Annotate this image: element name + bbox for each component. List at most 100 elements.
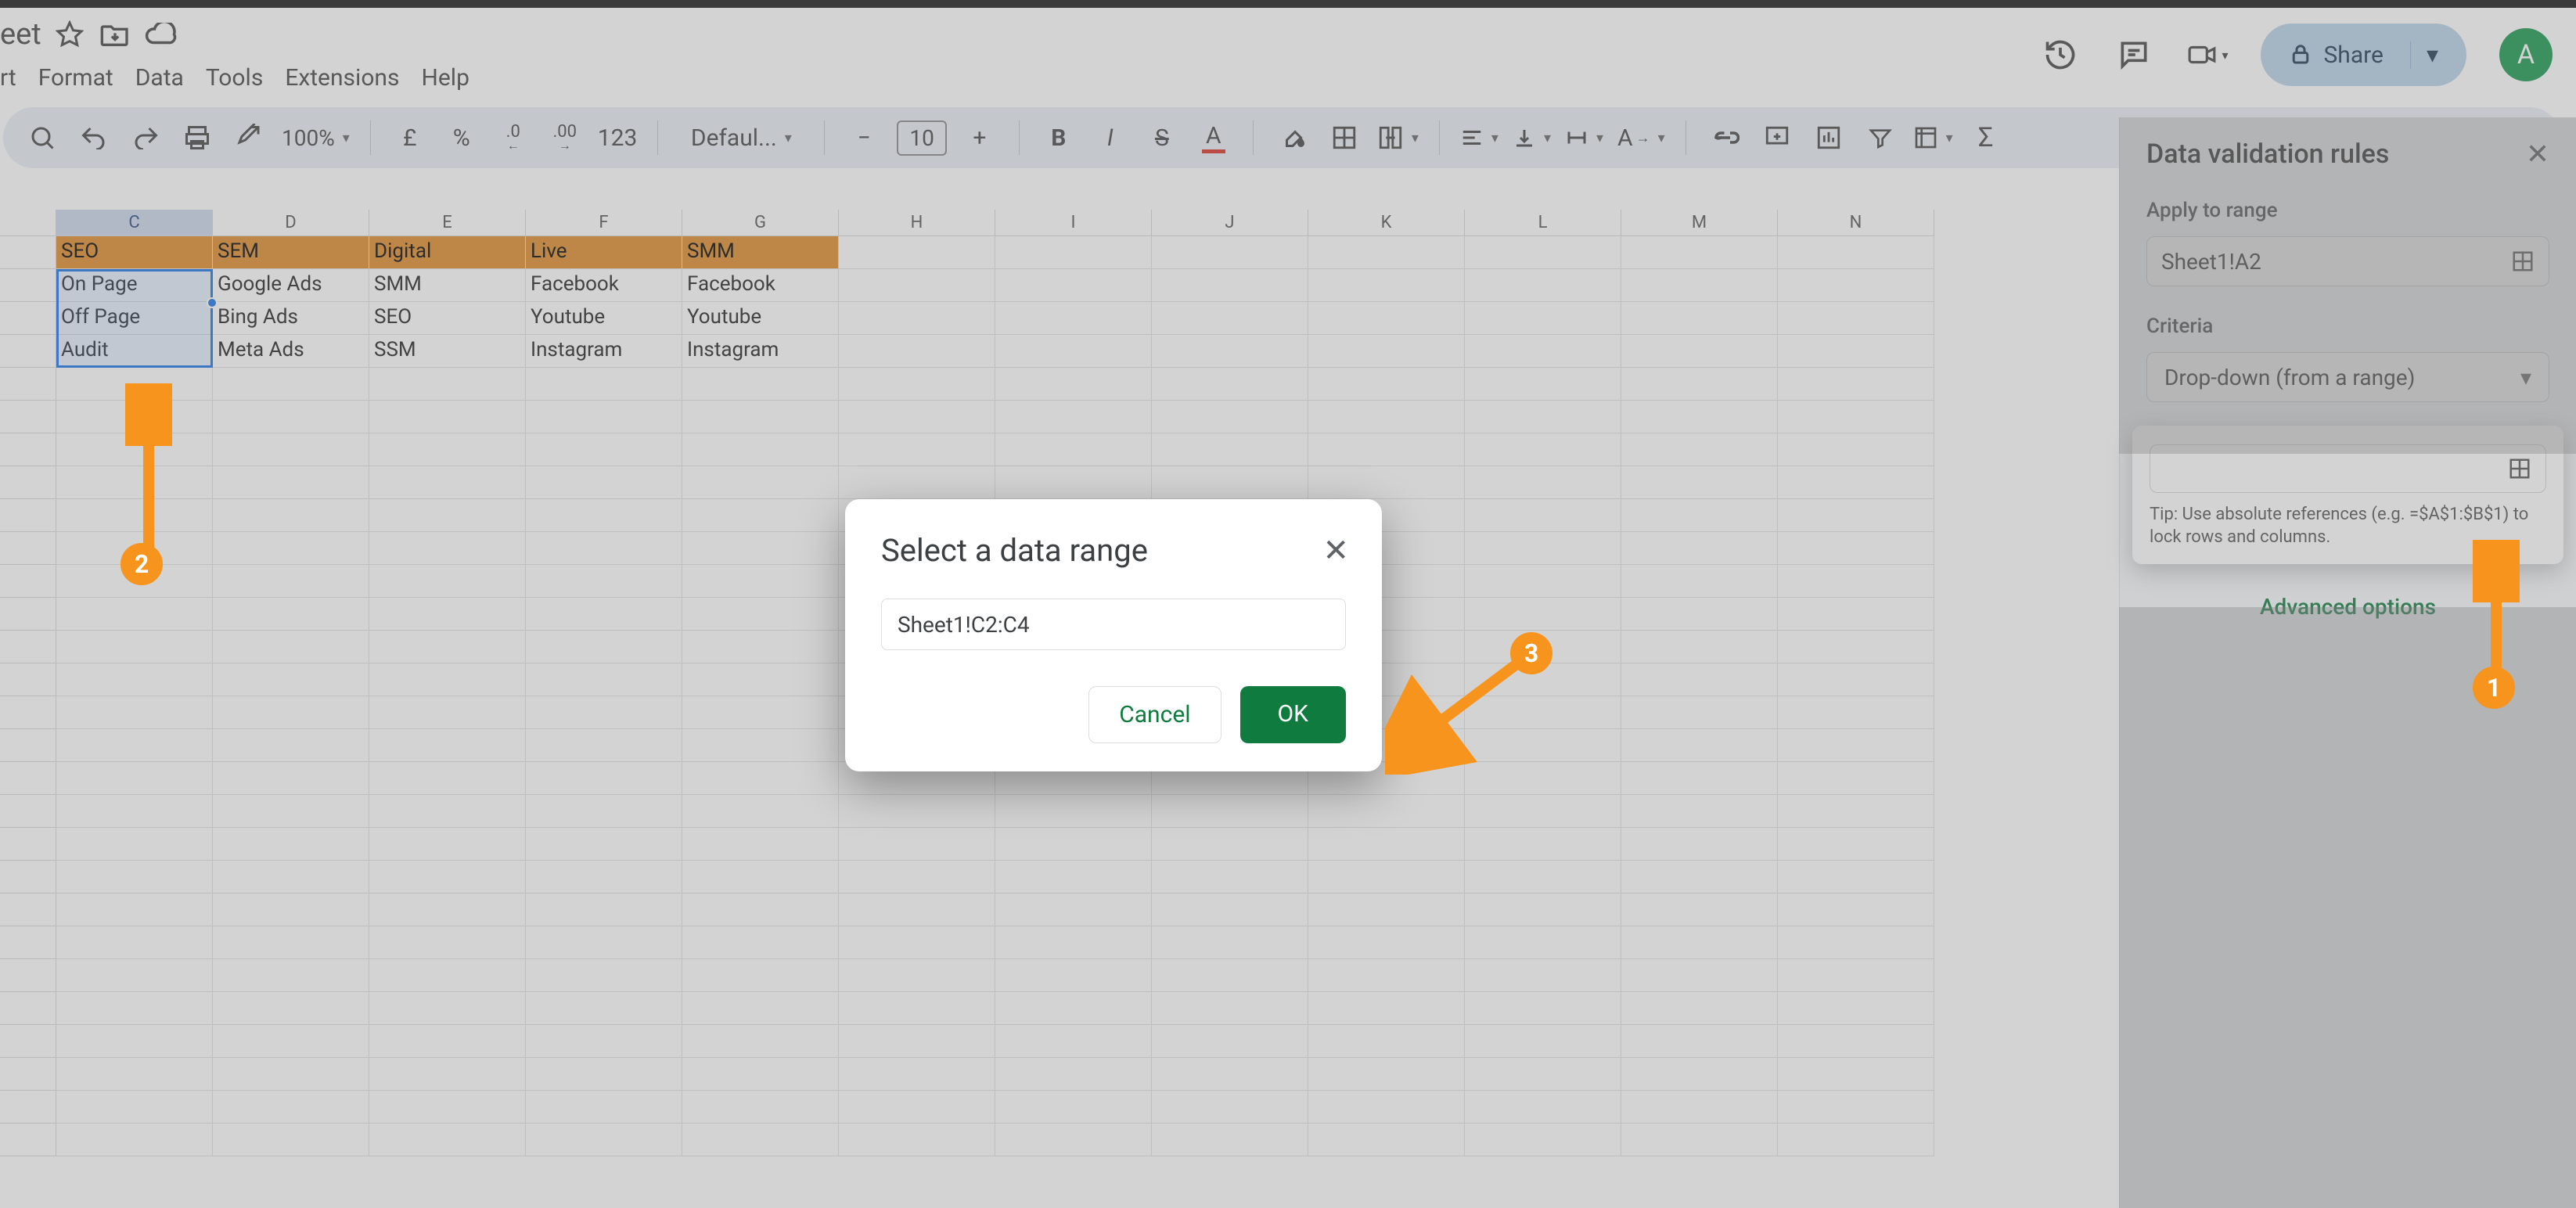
col-header[interactable]: M bbox=[1621, 210, 1778, 236]
cell[interactable]: Live bbox=[526, 236, 682, 269]
cell[interactable]: Youtube bbox=[526, 302, 682, 335]
col-header[interactable]: J bbox=[1152, 210, 1308, 236]
avatar[interactable]: A bbox=[2499, 28, 2553, 81]
cell[interactable] bbox=[1778, 335, 1934, 368]
star-icon[interactable] bbox=[52, 17, 87, 52]
cell[interactable]: On Page bbox=[56, 269, 213, 302]
cell[interactable] bbox=[1778, 302, 1934, 335]
menu-tools[interactable]: Tools bbox=[206, 64, 263, 92]
col-header[interactable]: E bbox=[369, 210, 526, 236]
col-header[interactable]: G bbox=[682, 210, 839, 236]
menu-insert[interactable]: rt bbox=[0, 64, 16, 92]
criteria-dropdown[interactable]: Drop-down (from a range) bbox=[2146, 352, 2549, 402]
more-formats-button[interactable]: 123 bbox=[598, 119, 638, 156]
col-header[interactable]: L bbox=[1465, 210, 1621, 236]
cell[interactable] bbox=[1778, 269, 1934, 302]
cell[interactable]: Youtube bbox=[682, 302, 839, 335]
source-range-field[interactable] bbox=[2150, 444, 2546, 493]
zoom-dropdown[interactable]: 100% bbox=[282, 119, 350, 156]
insert-chart-icon[interactable] bbox=[1810, 119, 1847, 156]
ok-button[interactable]: OK bbox=[1240, 686, 1346, 743]
cell[interactable]: SMM bbox=[682, 236, 839, 269]
filter-views-icon[interactable] bbox=[1913, 119, 1953, 156]
menu-extensions[interactable]: Extensions bbox=[285, 64, 399, 92]
col-header[interactable]: I bbox=[995, 210, 1152, 236]
filter-icon[interactable] bbox=[1862, 119, 1899, 156]
cell[interactable]: Instagram bbox=[682, 335, 839, 368]
cell[interactable] bbox=[1152, 236, 1308, 269]
cell[interactable] bbox=[1778, 236, 1934, 269]
cell[interactable]: SEM bbox=[213, 236, 369, 269]
functions-icon[interactable]: Σ bbox=[1967, 119, 2005, 156]
advanced-options-link[interactable]: Advanced options bbox=[2146, 594, 2549, 620]
cell[interactable]: SEO bbox=[56, 236, 213, 269]
col-header[interactable]: D bbox=[213, 210, 369, 236]
cell[interactable]: SMM bbox=[369, 269, 526, 302]
cell[interactable] bbox=[1308, 335, 1465, 368]
comments-icon[interactable] bbox=[2114, 34, 2154, 75]
cell[interactable] bbox=[995, 335, 1152, 368]
cell[interactable] bbox=[1308, 236, 1465, 269]
cell[interactable]: Digital bbox=[369, 236, 526, 269]
percent-button[interactable]: % bbox=[443, 119, 480, 156]
col-header[interactable]: N bbox=[1778, 210, 1934, 236]
italic-button[interactable]: I bbox=[1092, 119, 1129, 156]
print-icon[interactable] bbox=[178, 119, 216, 156]
decrease-font-icon[interactable]: − bbox=[845, 119, 883, 156]
cell[interactable] bbox=[995, 269, 1152, 302]
col-header[interactable]: K bbox=[1308, 210, 1465, 236]
cell[interactable] bbox=[1308, 302, 1465, 335]
move-folder-icon[interactable] bbox=[98, 17, 132, 52]
cell[interactable]: SSM bbox=[369, 335, 526, 368]
font-size-input[interactable]: 10 bbox=[897, 120, 946, 156]
cell[interactable]: Meta Ads bbox=[213, 335, 369, 368]
cell[interactable] bbox=[839, 269, 995, 302]
close-icon[interactable]: ✕ bbox=[2526, 138, 2549, 171]
font-family-dropdown[interactable]: Defaul... bbox=[678, 119, 804, 156]
menu-format[interactable]: Format bbox=[38, 64, 113, 92]
cell[interactable] bbox=[1621, 335, 1778, 368]
cell[interactable] bbox=[1152, 302, 1308, 335]
strikethrough-button[interactable]: S bbox=[1143, 119, 1181, 156]
meet-icon[interactable]: ▾ bbox=[2187, 34, 2228, 75]
range-picker-icon[interactable] bbox=[2508, 457, 2531, 480]
close-icon[interactable]: ✕ bbox=[1322, 532, 1349, 569]
increase-decimal-button[interactable]: .00→ bbox=[546, 119, 584, 156]
insert-comment-icon[interactable] bbox=[1758, 119, 1796, 156]
col-header[interactable]: F bbox=[526, 210, 682, 236]
merge-cells-button[interactable] bbox=[1377, 119, 1419, 156]
text-color-button[interactable]: A bbox=[1195, 119, 1232, 156]
cell[interactable]: Google Ads bbox=[213, 269, 369, 302]
cell[interactable]: SEO bbox=[369, 302, 526, 335]
cell[interactable] bbox=[1621, 236, 1778, 269]
undo-icon[interactable] bbox=[75, 119, 113, 156]
range-picker-icon[interactable] bbox=[2511, 250, 2535, 273]
share-button[interactable]: Share ▾ bbox=[2261, 23, 2466, 86]
cell[interactable] bbox=[839, 335, 995, 368]
cell[interactable]: Bing Ads bbox=[213, 302, 369, 335]
cell[interactable]: Facebook bbox=[682, 269, 839, 302]
bold-button[interactable]: B bbox=[1040, 119, 1078, 156]
search-menu-icon[interactable] bbox=[23, 119, 61, 156]
increase-font-icon[interactable]: + bbox=[961, 119, 998, 156]
vertical-align-button[interactable] bbox=[1513, 119, 1551, 156]
cancel-button[interactable]: Cancel bbox=[1088, 686, 1221, 743]
menu-data[interactable]: Data bbox=[135, 64, 184, 92]
cloud-status-icon[interactable] bbox=[143, 17, 178, 52]
fill-color-button[interactable] bbox=[1274, 119, 1311, 156]
text-wrap-button[interactable] bbox=[1565, 119, 1603, 156]
cell[interactable]: Audit bbox=[56, 335, 213, 368]
cell[interactable] bbox=[1621, 302, 1778, 335]
cell[interactable] bbox=[1465, 269, 1621, 302]
cell[interactable]: Facebook bbox=[526, 269, 682, 302]
col-header[interactable]: C bbox=[56, 210, 213, 236]
paint-format-icon[interactable] bbox=[230, 119, 268, 156]
cell[interactable]: Instagram bbox=[526, 335, 682, 368]
menu-help[interactable]: Help bbox=[421, 64, 469, 92]
history-icon[interactable] bbox=[2040, 34, 2081, 75]
col-header[interactable]: H bbox=[839, 210, 995, 236]
horizontal-align-button[interactable] bbox=[1460, 119, 1498, 156]
cell[interactable]: Off Page bbox=[56, 302, 213, 335]
cell[interactable] bbox=[1152, 269, 1308, 302]
cell[interactable] bbox=[1465, 335, 1621, 368]
